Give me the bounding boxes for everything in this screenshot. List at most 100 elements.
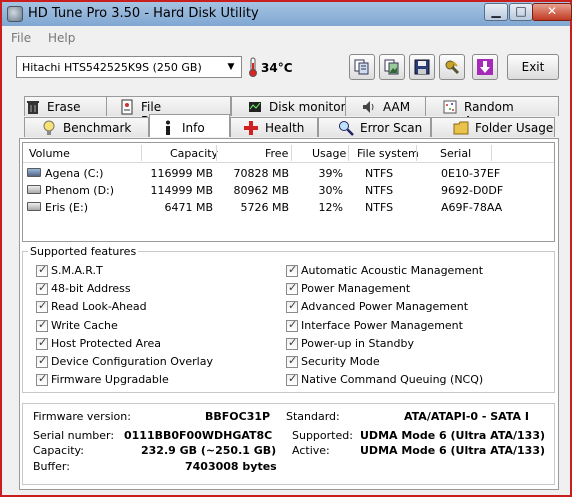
capacity-label: Capacity: — [33, 444, 84, 457]
app-window: HD Tune Pro 3.50 - Hard Disk Utility ▁ □… — [0, 0, 572, 497]
feature-write-cache: Write Cache — [36, 318, 256, 334]
table-cell: A69F-78AA — [441, 201, 503, 214]
checkbox-checked-icon[interactable] — [286, 372, 298, 387]
standard-value: ATA/ATAPI-0 - SATA I — [404, 410, 529, 423]
feature-security-mode: Security Mode — [286, 354, 506, 370]
table-cell: Agena (C:) — [45, 167, 104, 180]
feature-interface-power-management: Interface Power Management — [286, 318, 506, 334]
copy-text-button[interactable] — [349, 54, 375, 80]
tab-file-benchmark[interactable]: File Benchmark — [106, 96, 231, 128]
feature-advanced-power-management: Advanced Power Management — [286, 299, 506, 315]
col-filesystem[interactable]: File system — [357, 147, 419, 160]
table-cell: NTFS — [365, 184, 394, 197]
tab-erase[interactable]: Erase — [24, 96, 119, 116]
col-usage[interactable]: Usage — [312, 147, 346, 160]
tab-health[interactable]: Health — [230, 117, 318, 137]
checkbox-checked-icon[interactable] — [36, 336, 48, 350]
tab-label: Health — [265, 121, 305, 135]
col-capacity[interactable]: Capacity — [170, 147, 218, 160]
tab-folder-usage[interactable]: Folder Usage — [431, 117, 555, 137]
title-bar[interactable]: HD Tune Pro 3.50 - Hard Disk Utility ▁ □… — [2, 2, 572, 26]
tab-label: Benchmark — [63, 121, 132, 135]
col-serial[interactable]: Serial — [440, 147, 471, 160]
menu-help[interactable]: Help — [48, 31, 75, 45]
menu-bar: File Help — [2, 28, 570, 48]
checkbox-checked-icon[interactable] — [286, 318, 298, 332]
feature-label: Advanced Power Management — [301, 300, 469, 314]
table-cell: 9692-D0DF — [441, 184, 504, 197]
tab-label: Erase — [47, 100, 81, 114]
health-icon — [243, 120, 259, 136]
feature-s-m-a-r-t: S.M.A.R.T — [36, 263, 256, 279]
tab-label: Info — [182, 121, 205, 135]
table-cell: 114999 MB — [150, 184, 213, 197]
disk-monitor-icon — [247, 99, 263, 115]
table-cell: 12% — [318, 201, 343, 214]
checkbox-checked-icon[interactable] — [286, 354, 298, 368]
feature-read-look-ahead: Read Look-Ahead — [36, 299, 256, 315]
checkbox-checked-icon[interactable] — [36, 318, 48, 332]
feature-label: Device Configuration Overlay — [51, 355, 213, 368]
feature-power-up-in-standby: Power-up in Standby — [286, 336, 506, 352]
info-icon — [160, 120, 176, 136]
save-button[interactable] — [409, 54, 435, 80]
feature-host-protected-area: Host Protected Area — [36, 336, 256, 352]
feature-label: Power-up in Standby — [301, 336, 414, 350]
supported-features-label: Supported features — [28, 245, 139, 258]
tab-label: Disk monitor — [269, 100, 346, 114]
copy-screenshot-button[interactable] — [379, 54, 405, 80]
tab-label: Error Scan — [360, 121, 423, 135]
feature-label: Write Cache — [51, 318, 118, 332]
exit-button[interactable]: Exit — [507, 54, 559, 80]
table-row[interactable]: Phenom (D:) 114999 MB 80962 MB 30% NTFS 9692-… — [23, 182, 554, 199]
system-drive-icon — [27, 168, 41, 177]
download-update-button[interactable] — [472, 54, 498, 80]
maximize-button[interactable]: □ — [509, 3, 533, 21]
checkbox-checked-icon[interactable] — [36, 299, 48, 314]
checkbox-checked-icon[interactable] — [36, 263, 48, 277]
feature-48-bit-address: 48-bit Address — [36, 281, 256, 297]
checkbox-checked-icon[interactable] — [286, 336, 298, 350]
checkbox-checked-icon[interactable] — [36, 354, 48, 368]
drive-select[interactable]: Hitachi HTS542525K9S (250 GB) ▼ — [16, 56, 242, 78]
menu-file[interactable]: File — [11, 31, 31, 45]
standard-label: Standard: — [286, 410, 340, 423]
feature-power-management: Power Management — [286, 281, 506, 297]
minimize-button[interactable]: ▁ — [484, 3, 508, 21]
benchmark-icon — [41, 120, 57, 136]
table-cell: Eris (E:) — [45, 201, 88, 214]
table-cell: 0E10-37EF — [441, 167, 501, 180]
tab-info[interactable]: Info — [149, 114, 230, 137]
checkbox-checked-icon[interactable] — [286, 281, 298, 296]
temperature-value: 34°C — [261, 61, 293, 75]
file-benchmark-icon — [119, 99, 135, 115]
feature-native-command-queuing-ncq-: Native Command Queuing (NCQ) — [286, 372, 506, 388]
close-button[interactable]: ✕ — [532, 3, 572, 21]
table-cell: NTFS — [365, 167, 394, 180]
feature-label: 48-bit Address — [51, 282, 131, 296]
tab-disk-monitor[interactable]: Disk monitor — [231, 96, 357, 116]
buffer-value: 7403008 bytes — [185, 460, 277, 473]
checkbox-checked-icon[interactable] — [286, 263, 298, 277]
chevron-down-icon[interactable]: ▼ — [223, 59, 239, 75]
table-cell: 6471 MB — [164, 201, 213, 214]
feature-label: Host Protected Area — [51, 336, 161, 350]
error-scan-icon — [338, 120, 354, 136]
drive-icon — [27, 185, 41, 194]
checkbox-checked-icon[interactable] — [286, 299, 298, 314]
tab-benchmark[interactable]: Benchmark — [24, 117, 149, 137]
col-volume[interactable]: Volume — [29, 147, 70, 160]
checkbox-checked-icon[interactable] — [36, 372, 48, 387]
window-title: HD Tune Pro 3.50 - Hard Disk Utility — [28, 6, 259, 21]
copy-icon — [354, 59, 369, 75]
col-free[interactable]: Free — [265, 147, 288, 160]
tab-error-scan[interactable]: Error Scan — [318, 117, 431, 137]
options-button[interactable] — [439, 54, 465, 80]
floppy-disk-icon — [414, 59, 430, 75]
table-row[interactable]: Eris (E:) 6471 MB 5726 MB 12% NTFS A69F-78AA — [23, 199, 554, 216]
table-row[interactable]: Agena (C:) 116999 MB 70828 MB 39% NTFS 0E10-3… — [23, 165, 554, 182]
drive-select-value: Hitachi HTS542525K9S (250 GB) — [22, 61, 202, 74]
tab-random-access[interactable]: Random Access — [425, 96, 559, 128]
checkbox-checked-icon[interactable] — [36, 281, 48, 296]
feature-label: Native Command Queuing (NCQ) — [301, 373, 484, 387]
